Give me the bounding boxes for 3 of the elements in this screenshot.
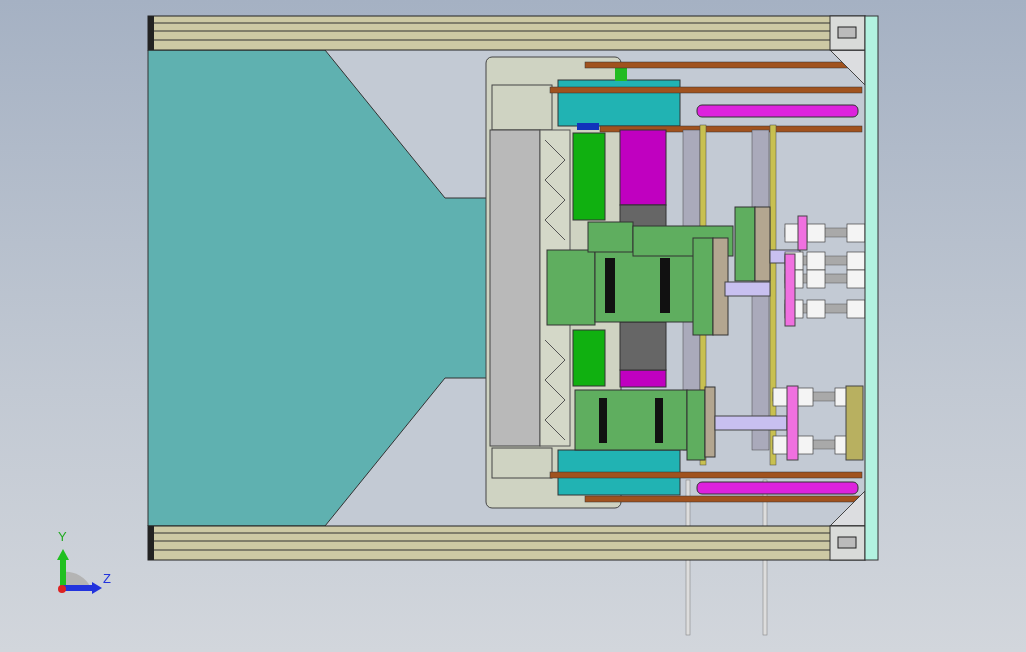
- axis-label: Z: [103, 572, 111, 585]
- axis-label: Y: [58, 530, 67, 543]
- axis-triad-icon: [57, 549, 102, 594]
